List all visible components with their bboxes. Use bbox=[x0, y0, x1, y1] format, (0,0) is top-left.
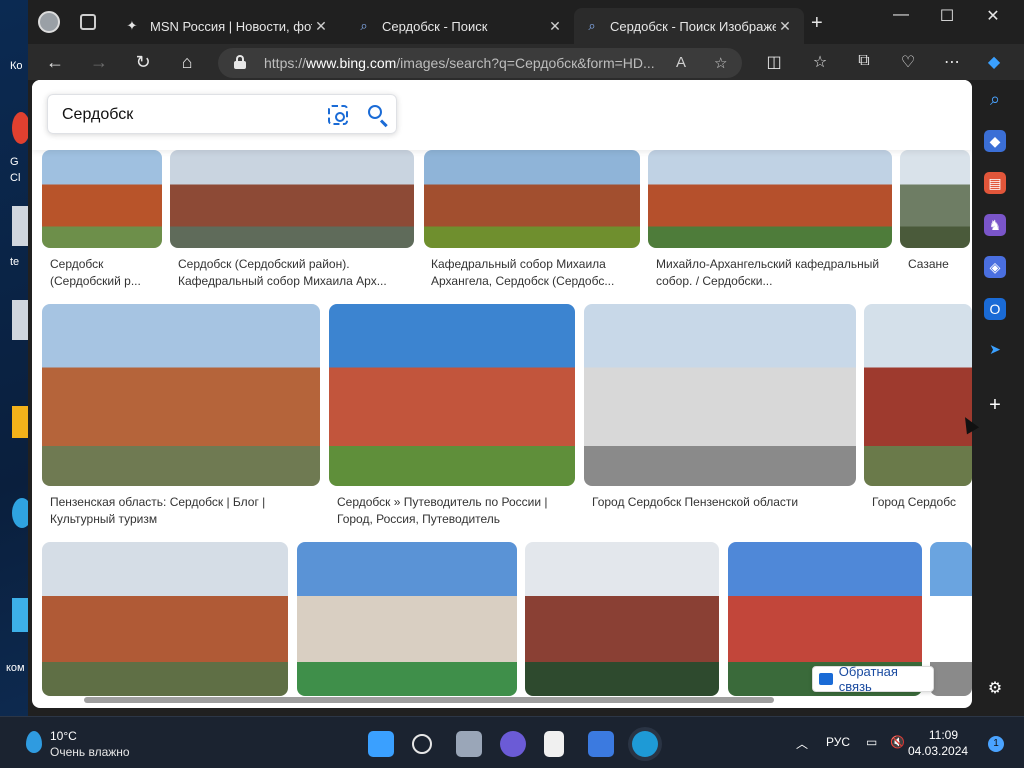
browser-window: ✦ MSN Россия | Новости, фото, п ✕ ⌕ Серд… bbox=[28, 0, 1024, 716]
close-tab-icon[interactable]: ✕ bbox=[312, 18, 330, 35]
teams-icon[interactable] bbox=[500, 731, 526, 757]
home-button[interactable]: ⌂ bbox=[174, 50, 200, 74]
image-result[interactable] bbox=[42, 304, 320, 486]
split-screen-icon[interactable]: ◫ bbox=[762, 52, 786, 72]
weather-temperature[interactable]: 10°C bbox=[50, 729, 77, 743]
image-result[interactable] bbox=[930, 542, 972, 696]
tab-title: Сердобск - Поиск bbox=[382, 18, 488, 34]
image-result[interactable] bbox=[170, 150, 414, 248]
bing-search-icon: ⌕ bbox=[360, 18, 368, 33]
sidebar-tools-icon[interactable]: ▤ bbox=[984, 172, 1006, 194]
feedback-icon bbox=[819, 673, 833, 685]
lock-icon[interactable] bbox=[234, 55, 246, 69]
maximize-button[interactable]: ☐ bbox=[932, 6, 962, 26]
sidebar-outlook-icon[interactable]: O bbox=[984, 298, 1006, 320]
file-icon[interactable] bbox=[544, 731, 564, 757]
tab-title: Сердобск - Поиск Изображен bbox=[610, 18, 776, 34]
image-result[interactable] bbox=[864, 304, 972, 486]
image-caption[interactable]: Сердобск (Сердобский район). Кафедральны… bbox=[178, 256, 414, 292]
more-menu-icon[interactable]: ⋯ bbox=[940, 52, 964, 72]
start-button[interactable] bbox=[368, 731, 394, 757]
image-result[interactable] bbox=[525, 542, 719, 696]
clock[interactable]: 11:09 04.03.2024 bbox=[908, 727, 969, 759]
close-window-button[interactable]: ✕ bbox=[978, 6, 1008, 26]
minimize-button[interactable]: — bbox=[886, 6, 916, 24]
image-caption[interactable]: Михайло-Архангельский кафедральный собор… bbox=[656, 256, 892, 292]
tab-msn[interactable]: ✦ MSN Россия | Новости, фото, п ✕ bbox=[114, 8, 340, 44]
favorites-icon[interactable]: ☆ bbox=[808, 52, 832, 72]
tab-actions-icon[interactable] bbox=[80, 14, 96, 30]
sidebar-send-icon[interactable]: ➤ bbox=[984, 338, 1006, 360]
time: 11:09 bbox=[928, 728, 958, 742]
image-result[interactable] bbox=[42, 542, 288, 696]
taskbar: 10°C Очень влажно ︿ РУС ▭ 🔇 11:09 04.03.… bbox=[0, 716, 1024, 768]
notification-badge[interactable]: 1 bbox=[988, 736, 1004, 752]
sidebar-settings-icon[interactable]: ⚙ bbox=[984, 678, 1006, 700]
new-tab-button[interactable]: + bbox=[811, 12, 823, 35]
visual-search-icon[interactable] bbox=[328, 105, 348, 125]
close-tab-icon[interactable]: ✕ bbox=[546, 18, 564, 35]
forward-button[interactable]: → bbox=[86, 50, 112, 74]
tab-bing-images[interactable]: ⌕ Сердобск - Поиск Изображен ✕ bbox=[574, 8, 804, 44]
image-result[interactable] bbox=[424, 150, 640, 248]
feedback-label: Обратная связь bbox=[838, 664, 898, 694]
edge-taskbar-icon[interactable] bbox=[632, 731, 658, 757]
feedback-button[interactable]: Обратная связь bbox=[812, 664, 934, 694]
refresh-button[interactable]: ↻ bbox=[130, 50, 156, 74]
image-result[interactable] bbox=[42, 150, 162, 248]
bing-search-icon: ⌕ bbox=[588, 18, 596, 33]
address-bar[interactable]: https://www.bing.com/images/search?q=Сер… bbox=[218, 48, 742, 78]
edge-sidebar: ⌕ ◆ ▤ ♞ ◈ O ➤ + ⚙ bbox=[972, 80, 1016, 708]
weather-description[interactable]: Очень влажно bbox=[50, 745, 130, 759]
sidebar-shopping-icon[interactable]: ◆ bbox=[984, 130, 1006, 152]
store-icon[interactable] bbox=[588, 731, 614, 757]
sidebar-games-icon[interactable]: ♞ bbox=[984, 214, 1006, 236]
date: 04.03.2024 bbox=[908, 744, 969, 758]
tab-bing-search[interactable]: ⌕ Сердобск - Поиск ✕ bbox=[346, 8, 574, 44]
image-result[interactable] bbox=[900, 150, 970, 248]
sidebar-search-icon[interactable]: ⌕ bbox=[984, 88, 1006, 110]
volume-muted-icon[interactable]: 🔇 bbox=[890, 735, 905, 749]
image-caption[interactable]: Сердобск (Сердобский р... bbox=[50, 256, 160, 292]
back-button[interactable]: ← bbox=[42, 50, 68, 74]
favorite-star-icon[interactable]: ☆ bbox=[714, 54, 727, 72]
image-caption[interactable]: Сердобск » Путеводитель по России | Горо… bbox=[337, 494, 575, 530]
image-caption[interactable]: Пензенская область: Сердобск | Блог | Ку… bbox=[50, 494, 312, 530]
image-caption[interactable]: Город Сердобс bbox=[872, 494, 972, 512]
weather-icon[interactable] bbox=[26, 731, 42, 753]
language-indicator[interactable]: РУС bbox=[826, 735, 850, 749]
image-result[interactable] bbox=[297, 542, 517, 696]
tab-bar: ✦ MSN Россия | Новости, фото, п ✕ ⌕ Серд… bbox=[28, 0, 1024, 44]
search-box[interactable] bbox=[47, 94, 397, 134]
image-result[interactable] bbox=[329, 304, 575, 486]
sidebar-add-icon[interactable]: + bbox=[984, 394, 1006, 416]
horizontal-scrollbar[interactable] bbox=[64, 694, 980, 704]
msn-icon: ✦ bbox=[126, 18, 138, 33]
address-toolbar: ← → ↻ ⌂ https://www.bing.com/images/sear… bbox=[28, 44, 1024, 80]
copilot-icon[interactable]: ◆ bbox=[982, 52, 1006, 72]
page-content: Сердобск (Сердобский р... Сердобск (Серд… bbox=[32, 80, 972, 708]
taskbar-search-icon[interactable] bbox=[412, 734, 432, 754]
search-input[interactable] bbox=[62, 104, 302, 126]
network-icon[interactable]: ▭ bbox=[866, 735, 877, 749]
image-result[interactable] bbox=[648, 150, 892, 248]
image-caption[interactable]: Кафедральный собор Михаила Архангела, Се… bbox=[431, 256, 637, 292]
close-tab-icon[interactable]: ✕ bbox=[776, 18, 794, 35]
collections-icon[interactable]: ⧉ bbox=[852, 52, 876, 70]
sidebar-copilot-icon[interactable]: ◈ bbox=[984, 256, 1006, 278]
browser-essentials-icon[interactable]: ♡ bbox=[896, 52, 920, 72]
task-view-icon[interactable] bbox=[456, 731, 482, 757]
profile-avatar[interactable] bbox=[38, 11, 60, 33]
url-text[interactable]: https://www.bing.com/images/search?q=Сер… bbox=[264, 55, 655, 71]
tab-title: MSN Россия | Новости, фото, п bbox=[150, 18, 312, 34]
read-aloud-icon[interactable]: A bbox=[676, 54, 686, 71]
image-caption[interactable]: Город Сердобск Пензенской области bbox=[592, 494, 856, 512]
image-result[interactable] bbox=[584, 304, 856, 486]
search-icon[interactable] bbox=[366, 103, 390, 128]
search-header bbox=[32, 80, 972, 150]
tray-overflow-icon[interactable]: ︿ bbox=[796, 735, 808, 752]
image-caption[interactable]: Сазане bbox=[908, 256, 968, 274]
